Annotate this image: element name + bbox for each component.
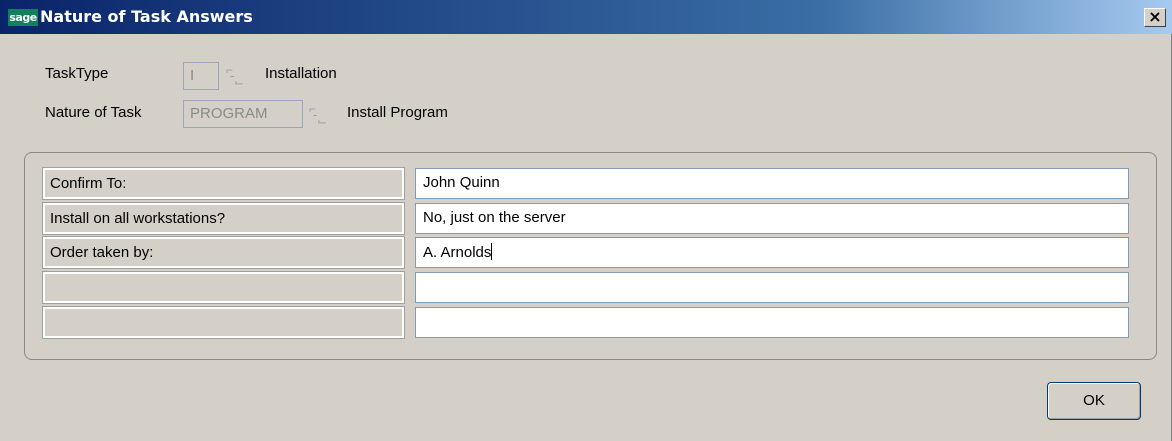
sage-logo: sage — [8, 9, 38, 26]
text-caret — [491, 243, 493, 260]
dialog-window: sage Nature of Task Answers × TaskType I… — [0, 0, 1172, 441]
ok-button[interactable]: OK — [1047, 382, 1141, 420]
question-label-5 — [42, 306, 405, 339]
nature-of-task-label: Nature of Task — [45, 104, 142, 121]
close-button[interactable]: × — [1144, 8, 1166, 27]
task-type-label: TaskType — [45, 65, 109, 82]
window-title: Nature of Task Answers — [40, 7, 253, 26]
answer-field-2[interactable]: No, just on the server — [415, 203, 1129, 234]
answer-field-3-text: A. Arnolds — [423, 244, 492, 261]
question-label-2: Install on all workstations? — [42, 202, 405, 235]
nature-of-task-description: Install Program — [347, 104, 448, 121]
answer-field-1[interactable]: John Quinn — [415, 168, 1129, 199]
close-icon: × — [1148, 7, 1162, 26]
task-type-description: Installation — [265, 65, 337, 82]
question-label-1: Confirm To: — [42, 167, 405, 200]
answer-field-5[interactable] — [415, 307, 1129, 338]
question-label-4 — [42, 271, 405, 304]
nature-of-task-lookup-icon[interactable]: - — [307, 97, 329, 133]
title-bar[interactable]: sage Nature of Task Answers × — [0, 0, 1172, 34]
question-label-3: Order taken by: — [42, 236, 405, 269]
nature-of-task-code-field[interactable]: PROGRAM — [183, 100, 303, 128]
task-type-code-field[interactable]: I — [183, 62, 219, 90]
answer-field-4[interactable] — [415, 272, 1129, 303]
answer-field-3[interactable]: A. Arnolds — [415, 237, 1129, 268]
task-type-lookup-icon[interactable]: - — [224, 58, 246, 94]
